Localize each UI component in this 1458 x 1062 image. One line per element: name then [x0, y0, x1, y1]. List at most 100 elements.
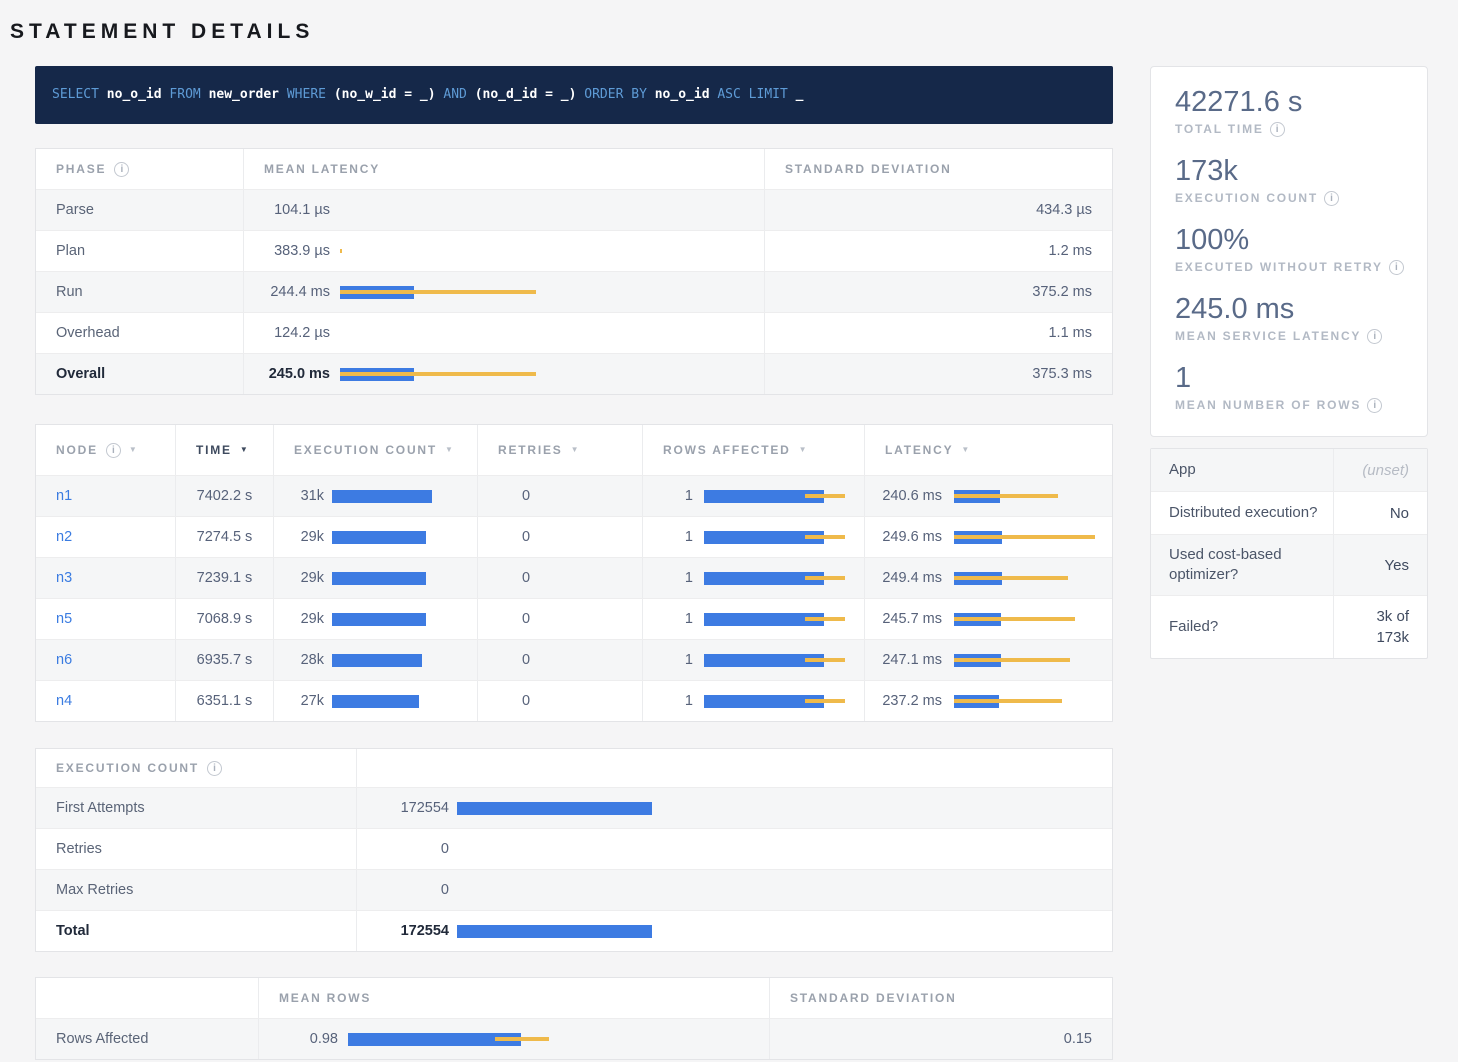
phase-row: Plan 383.9 µs 1.2 ms — [36, 230, 1112, 271]
retries-column-header[interactable]: RETRIES — [477, 425, 642, 475]
node-latency-value: 249.4 ms — [865, 558, 942, 598]
detail-label: Distributed execution? — [1151, 492, 1333, 534]
node-exec-count-value: 29k — [274, 558, 324, 598]
latency-column-header[interactable]: LATENCY — [864, 425, 1112, 475]
node-link[interactable]: n6 — [56, 652, 72, 668]
mean-rows-value: 0.98 — [259, 1019, 338, 1059]
info-icon[interactable] — [1367, 329, 1382, 344]
sql-token: WHERE — [287, 87, 326, 102]
sql-token: AND — [443, 87, 466, 102]
node-retries-value: 0 — [477, 517, 642, 557]
latency-bar — [954, 476, 1112, 516]
stat-total-time: 42271.6 s TOTAL TIME — [1175, 84, 1427, 138]
node-time-value: 7239.1 s — [175, 558, 273, 598]
stat-mean-number-of-rows: 1 MEAN NUMBER OF ROWS — [1175, 360, 1427, 414]
node-link[interactable]: n5 — [56, 611, 72, 627]
exec-count-bar — [332, 476, 477, 516]
time-column-header[interactable]: TIME — [175, 425, 273, 475]
node-latency-value: 249.6 ms — [865, 517, 942, 557]
exec-row-value: 0 — [357, 870, 449, 910]
phase-label: Parse — [36, 190, 243, 230]
node-latency-value: 245.7 ms — [865, 599, 942, 639]
rows-affected-bar — [704, 681, 854, 721]
stddev-column-header: STANDARD DEVIATION — [764, 149, 1112, 189]
node-time-value: 7402.2 s — [175, 476, 273, 516]
execution-count-header-label: EXECUTION COUNT — [294, 430, 437, 470]
node-rows-value: 1 — [643, 599, 693, 639]
node-link[interactable]: n2 — [56, 529, 72, 545]
node-retries-value: 0 — [477, 681, 642, 721]
info-icon[interactable] — [207, 761, 222, 776]
node-link[interactable]: n3 — [56, 570, 72, 586]
sql-token: ORDER BY — [584, 87, 647, 102]
stat-label: EXECUTED WITHOUT RETRY — [1175, 258, 1383, 276]
latency-bar — [954, 558, 1112, 598]
sort-arrow-icon — [129, 430, 137, 470]
mean-latency-value: 383.9 µs — [244, 231, 330, 271]
node-rows-value: 1 — [643, 476, 693, 516]
sql-token: ASC LIMIT — [717, 87, 787, 102]
rows-affected-bar — [704, 599, 854, 639]
node-time-value: 6935.7 s — [175, 640, 273, 680]
node-exec-count-value: 27k — [274, 681, 324, 721]
phase-row: Overhead 124.2 µs 1.1 ms — [36, 312, 1112, 353]
node-link[interactable]: n4 — [56, 693, 72, 709]
latency-bar — [954, 640, 1112, 680]
phase-row-overall: Overall 245.0 ms 375.3 ms — [36, 353, 1112, 394]
info-icon[interactable] — [1324, 191, 1339, 206]
exec-count-bar — [332, 681, 477, 721]
sql-token: no_o_id — [107, 87, 162, 102]
detail-label: Used cost-based optimizer? — [1151, 535, 1333, 595]
sql-token: new_order — [209, 87, 279, 102]
latency-bar — [340, 231, 764, 271]
sort-arrow-icon — [961, 430, 969, 470]
stat-mean-service-latency: 245.0 ms MEAN SERVICE LATENCY — [1175, 291, 1427, 345]
info-icon[interactable] — [1389, 260, 1404, 275]
exec-row-label: Retries — [36, 829, 356, 869]
count-bar — [457, 788, 1057, 828]
exec-row-value: 172554 — [357, 788, 449, 828]
stat-execution-count: 173k EXECUTION COUNT — [1175, 153, 1427, 207]
info-icon[interactable] — [1270, 122, 1285, 137]
stddev-value: 434.3 µs — [764, 190, 1112, 230]
rows-affected-empty-header — [36, 978, 258, 1018]
stat-label: MEAN NUMBER OF ROWS — [1175, 396, 1361, 414]
exec-row-value: 0 — [357, 829, 449, 869]
node-column-header[interactable]: NODE — [36, 425, 175, 475]
node-table-header: NODE TIME EXECUTION COUNT RETRIES ROWS A… — [36, 425, 1112, 475]
node-row: n5 7068.9 s 29k 0 1 245.7 ms — [36, 598, 1112, 639]
stddev-value: 0.15 — [769, 1019, 1112, 1059]
rows-affected-column-header[interactable]: ROWS AFFECTED — [642, 425, 864, 475]
node-latency-value: 240.6 ms — [865, 476, 942, 516]
node-rows-value: 1 — [643, 517, 693, 557]
sort-arrow-icon — [240, 430, 248, 470]
node-row: n6 6935.7 s 28k 0 1 247.1 ms — [36, 639, 1112, 680]
stat-value: 245.0 ms — [1175, 291, 1427, 327]
stat-label: MEAN SERVICE LATENCY — [1175, 327, 1361, 345]
sort-arrow-icon — [799, 430, 807, 470]
sort-arrow-icon — [445, 430, 453, 470]
node-link[interactable]: n1 — [56, 488, 72, 504]
node-exec-count-value: 29k — [274, 599, 324, 639]
execution-count-column-header[interactable]: EXECUTION COUNT — [273, 425, 477, 475]
execution-count-title: EXECUTION COUNT — [36, 749, 356, 787]
node-row: n3 7239.1 s 29k 0 1 249.4 ms — [36, 557, 1112, 598]
info-icon[interactable] — [114, 162, 129, 177]
sort-arrow-icon — [571, 430, 579, 470]
mean-latency-value: 104.1 µs — [244, 190, 330, 230]
statement-details-panel: App (unset) Distributed execution? No Us… — [1150, 448, 1428, 659]
rows-affected-bar — [704, 517, 854, 557]
sql-token: SELECT — [52, 87, 99, 102]
node-header-label: NODE — [56, 430, 98, 470]
info-icon[interactable] — [1367, 398, 1382, 413]
info-icon[interactable] — [106, 443, 121, 458]
node-rows-value: 1 — [643, 558, 693, 598]
exec-count-bar — [332, 640, 477, 680]
latency-bar — [340, 354, 764, 394]
mean-latency-value: 245.0 ms — [244, 354, 330, 394]
exec-count-bar — [332, 558, 477, 598]
rows-affected-bar — [704, 640, 854, 680]
sql-token: (no_w_id = _) — [334, 87, 436, 102]
stddev-value: 375.2 ms — [764, 272, 1112, 312]
time-header-label: TIME — [196, 430, 232, 470]
